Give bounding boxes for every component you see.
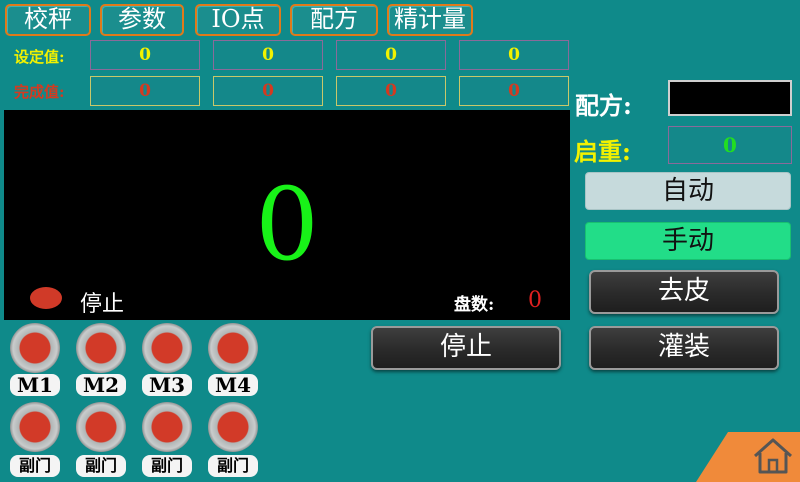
weight-display: 0 停止 盘数: 0: [4, 110, 570, 320]
recipe-field[interactable]: [668, 80, 792, 116]
set-value-label: 设定值:: [14, 48, 65, 66]
status-text: 停止: [80, 292, 125, 317]
tab-parameters[interactable]: 参数: [100, 4, 184, 36]
motor-2-label: M2: [76, 374, 126, 396]
home-icon[interactable]: [752, 436, 794, 476]
tare-button[interactable]: 去皮: [589, 270, 779, 314]
tab-calibrate[interactable]: 校秤: [5, 4, 91, 36]
gate-4-label: 副门: [208, 455, 258, 477]
tab-fine-metering[interactable]: 精计量: [387, 4, 473, 36]
done-value-label: 完成值:: [14, 83, 65, 101]
tab-recipe[interactable]: 配方: [290, 4, 378, 36]
motor-3-label: M3: [142, 374, 192, 396]
gate-2-lamp: [76, 402, 126, 452]
stop-button[interactable]: 停止: [371, 326, 561, 370]
gate-1-label: 副门: [10, 455, 60, 477]
gate-4-lamp: [208, 402, 258, 452]
gate-3-label: 副门: [142, 455, 192, 477]
weight-value: 0: [255, 166, 319, 283]
done-value-4: 0: [459, 76, 569, 106]
fill-button[interactable]: 灌装: [589, 326, 779, 370]
tab-io-points[interactable]: IO点: [195, 4, 281, 36]
status-indicator: [30, 287, 62, 309]
auto-button[interactable]: 自动: [585, 172, 791, 210]
gate-1-lamp: [10, 402, 60, 452]
count-value: 0: [528, 288, 542, 313]
motor-1-label: M1: [10, 374, 60, 396]
start-weight-field[interactable]: 0: [668, 126, 792, 164]
start-weight-label: 启重:: [574, 137, 631, 166]
recipe-label: 配方:: [575, 91, 632, 120]
motor-2-lamp: [76, 323, 126, 373]
done-value-3: 0: [336, 76, 446, 106]
motor-4-label: M4: [208, 374, 258, 396]
count-label: 盘数:: [454, 295, 495, 315]
done-value-2: 0: [213, 76, 323, 106]
motor-1-lamp: [10, 323, 60, 373]
set-value-4[interactable]: 0: [459, 40, 569, 70]
done-value-1: 0: [90, 76, 200, 106]
gate-3-lamp: [142, 402, 192, 452]
set-value-2[interactable]: 0: [213, 40, 323, 70]
set-value-1[interactable]: 0: [90, 40, 200, 70]
manual-button[interactable]: 手动: [585, 222, 791, 260]
gate-2-label: 副门: [76, 455, 126, 477]
motor-4-lamp: [208, 323, 258, 373]
set-value-3[interactable]: 0: [336, 40, 446, 70]
motor-3-lamp: [142, 323, 192, 373]
